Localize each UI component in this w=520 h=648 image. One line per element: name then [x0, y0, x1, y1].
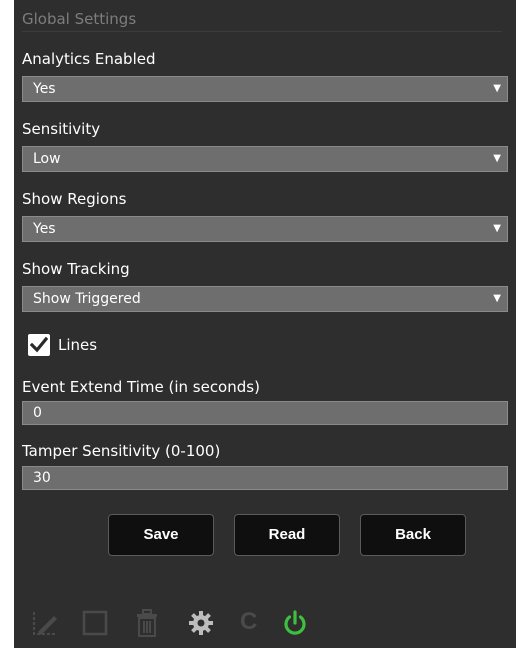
show-regions-value: Yes: [33, 221, 56, 237]
event-extend-time-label: Event Extend Time (in seconds): [22, 378, 260, 396]
global-settings-panel: Global Settings Analytics Enabled Yes ▼ …: [14, 0, 516, 648]
read-button[interactable]: Read: [234, 514, 340, 556]
c-icon[interactable]: C: [240, 608, 257, 636]
lines-label: Lines: [58, 336, 98, 354]
analytics-enabled-label: Analytics Enabled: [22, 50, 156, 68]
power-icon[interactable]: [280, 608, 310, 642]
save-button[interactable]: Save: [108, 514, 214, 556]
panel-title: Global Settings: [22, 10, 502, 32]
analytics-enabled-select[interactable]: Yes ▼: [22, 76, 508, 102]
show-tracking-value: Show Triggered: [33, 291, 141, 307]
show-regions-select[interactable]: Yes ▼: [22, 216, 508, 242]
rectangle-icon[interactable]: [80, 608, 110, 642]
show-tracking-select[interactable]: Show Triggered ▼: [22, 286, 508, 312]
draw-line-icon[interactable]: [30, 608, 60, 642]
chevron-down-icon: ▼: [493, 223, 501, 234]
tamper-sensitivity-input[interactable]: 30: [22, 466, 508, 490]
chevron-down-icon: ▼: [493, 153, 501, 164]
event-extend-time-value: 0: [33, 405, 42, 421]
tamper-sensitivity-value: 30: [33, 470, 51, 486]
sensitivity-value: Low: [33, 151, 61, 167]
show-tracking-label: Show Tracking: [22, 260, 130, 278]
event-extend-time-input[interactable]: 0: [22, 401, 508, 425]
chevron-down-icon: ▼: [493, 83, 501, 94]
sensitivity-select[interactable]: Low ▼: [22, 146, 508, 172]
show-regions-label: Show Regions: [22, 190, 127, 208]
gear-icon[interactable]: [186, 608, 216, 642]
sensitivity-label: Sensitivity: [22, 120, 101, 138]
back-button[interactable]: Back: [360, 514, 466, 556]
chevron-down-icon: ▼: [493, 293, 501, 304]
trash-icon[interactable]: [132, 608, 162, 642]
checkmark-icon: [30, 336, 48, 353]
analytics-enabled-value: Yes: [33, 81, 56, 97]
lines-checkbox[interactable]: [28, 334, 50, 356]
tamper-sensitivity-label: Tamper Sensitivity (0-100): [22, 442, 221, 460]
